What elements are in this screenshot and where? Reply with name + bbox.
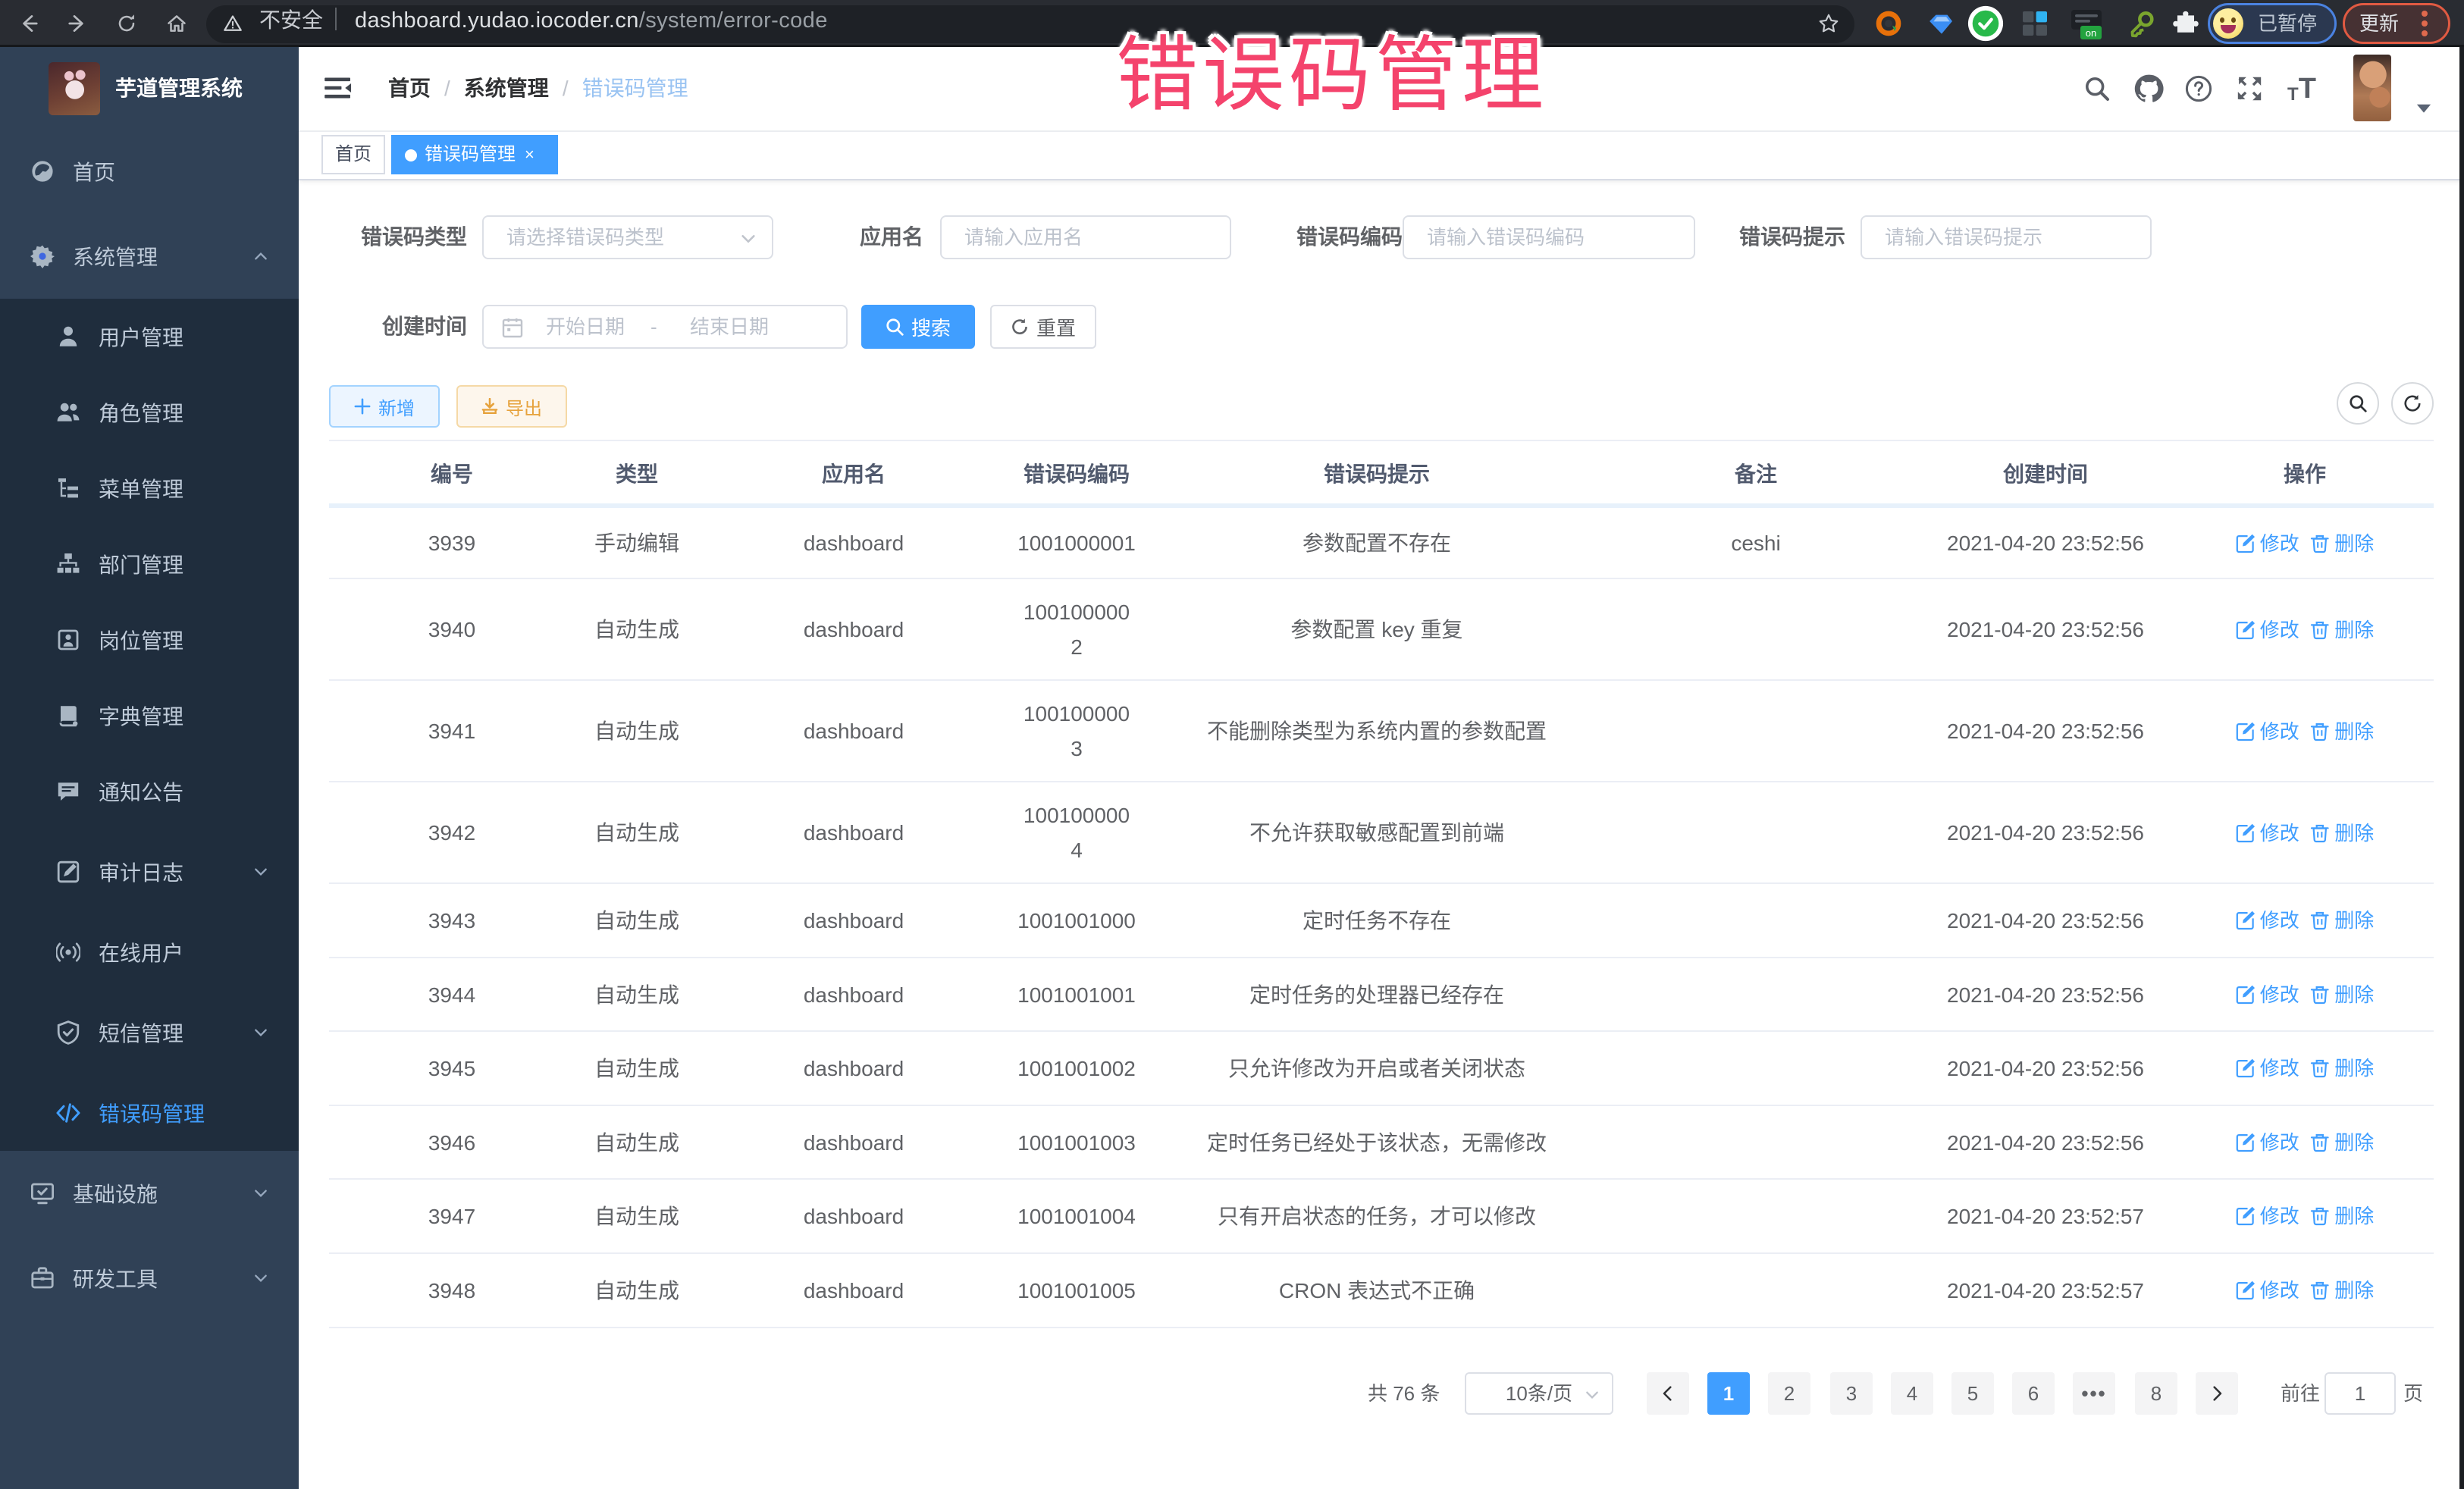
svg-text:on: on: [2086, 27, 2096, 39]
